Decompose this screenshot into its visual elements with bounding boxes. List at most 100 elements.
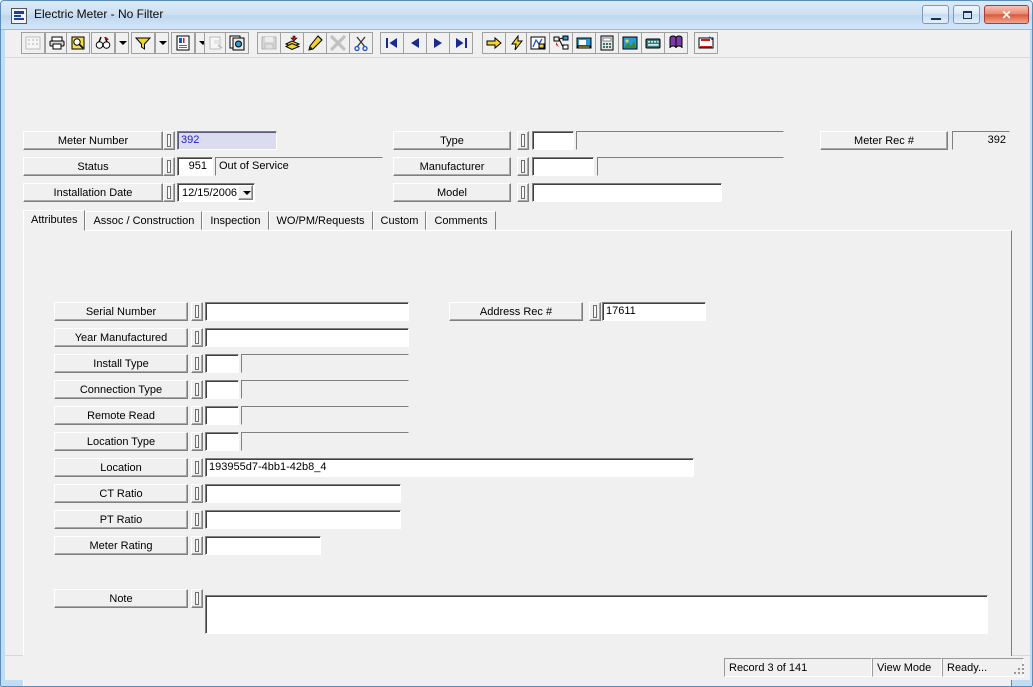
tab-assoc-construction[interactable]: Assoc / Construction [85, 211, 203, 230]
remote-read-lookup-button[interactable] [191, 406, 203, 425]
serial-number-lookup-button[interactable] [191, 302, 203, 321]
maximize-button[interactable] [952, 5, 980, 24]
meter-number-input[interactable]: 392 [177, 131, 277, 150]
meter-number-label[interactable]: Meter Number [23, 131, 163, 150]
type-label[interactable]: Type [393, 131, 511, 150]
image-button[interactable] [618, 32, 642, 54]
note-textarea[interactable] [205, 595, 988, 634]
status-lookup-button[interactable] [163, 157, 175, 176]
model-lookup-button[interactable] [517, 183, 529, 202]
ct-ratio-lookup-button[interactable] [191, 484, 203, 503]
note-lookup-button[interactable] [191, 589, 203, 608]
help-button[interactable] [664, 32, 688, 54]
duplicate-record-button[interactable] [225, 32, 249, 54]
find-button[interactable] [91, 32, 115, 54]
serial-number-input[interactable] [205, 302, 409, 321]
meter-rating-input[interactable] [205, 536, 321, 555]
type-lookup-button[interactable] [517, 131, 529, 150]
copy-record-icon [229, 35, 245, 51]
first-record-button[interactable] [380, 32, 404, 54]
tree-view-button[interactable] [549, 32, 573, 54]
connection-type-lookup-button[interactable] [191, 380, 203, 399]
location-type-lookup-button[interactable] [191, 432, 203, 451]
manufacturer-lookup-button[interactable] [517, 157, 529, 176]
type-code-input[interactable] [532, 131, 574, 150]
pt-ratio-lookup-button[interactable] [191, 510, 203, 529]
last-record-button[interactable] [449, 32, 473, 54]
workorder-button[interactable] [572, 32, 596, 54]
tab-custom[interactable]: Custom [372, 211, 427, 230]
calculator-button[interactable] [595, 32, 619, 54]
find-dropdown-button[interactable] [115, 32, 129, 54]
save-disk-icon [261, 36, 277, 50]
filter-dropdown-button[interactable] [155, 32, 169, 54]
nav-first-icon [386, 38, 397, 48]
location-type-label[interactable]: Location Type [54, 432, 188, 451]
lightning-icon [511, 35, 524, 51]
ct-ratio-label[interactable]: CT Ratio [54, 484, 188, 503]
installation-date-label[interactable]: Installation Date [23, 183, 163, 202]
remote-read-label[interactable]: Remote Read [54, 406, 188, 425]
minimize-button[interactable] [921, 5, 949, 24]
model-label[interactable]: Model [393, 183, 511, 202]
status-label[interactable]: Status [23, 157, 163, 176]
delete-x-icon [330, 35, 346, 51]
resize-grip[interactable] [1014, 664, 1027, 677]
ready-state-status: Ready... [942, 658, 1024, 677]
meter-number-lookup-button[interactable] [163, 131, 175, 150]
installation-date-input[interactable]: 12/15/2006 [177, 183, 255, 202]
address-rec-input[interactable]: 17611 [602, 302, 706, 321]
exit-button[interactable] [694, 32, 718, 54]
year-manufactured-lookup-button[interactable] [191, 328, 203, 347]
edit-record-button[interactable] [303, 32, 327, 54]
tab-comments[interactable]: Comments [426, 211, 496, 230]
remote-read-code-input[interactable] [205, 406, 239, 425]
keyboard-button[interactable] [641, 32, 665, 54]
ct-ratio-input[interactable] [205, 484, 401, 503]
hierarchy-icon [553, 35, 569, 50]
model-input[interactable] [532, 183, 722, 202]
report-button[interactable] [171, 32, 195, 54]
manufacturer-code-input[interactable] [532, 157, 594, 176]
tab-wo-pm-requests[interactable]: WO/PM/Requests [268, 211, 373, 230]
window-controls: ✕ [921, 5, 1029, 24]
pt-ratio-input[interactable] [205, 510, 401, 529]
status-code-input[interactable]: 951 [177, 157, 213, 176]
serial-number-label[interactable]: Serial Number [54, 302, 188, 321]
note-label[interactable]: Note [54, 589, 188, 608]
calendar-dropdown-button[interactable] [238, 185, 253, 200]
connection-type-label[interactable]: Connection Type [54, 380, 188, 399]
year-manufactured-input[interactable] [205, 328, 409, 347]
address-rec-label[interactable]: Address Rec # [449, 302, 583, 321]
install-type-label[interactable]: Install Type [54, 354, 188, 373]
meter-rating-label[interactable]: Meter Rating [54, 536, 188, 555]
install-type-code-input[interactable] [205, 354, 239, 373]
pt-ratio-label[interactable]: PT Ratio [54, 510, 188, 529]
location-label[interactable]: Location [54, 458, 188, 477]
location-input[interactable]: 193955d7-4bb1-42b8_4 [205, 458, 694, 477]
tab-attributes[interactable]: Attributes [23, 210, 86, 231]
filter-button[interactable] [131, 32, 155, 54]
meter-rating-lookup-button[interactable] [191, 536, 203, 555]
tab-inspection[interactable]: Inspection [202, 211, 269, 230]
year-manufactured-label[interactable]: Year Manufactured [54, 328, 188, 347]
print-preview-button[interactable] [66, 32, 90, 54]
install-type-description [241, 354, 409, 373]
address-rec-lookup-button[interactable] [589, 302, 601, 321]
install-type-lookup-button[interactable] [191, 354, 203, 373]
workorder-icon [576, 37, 592, 49]
location-lookup-button[interactable] [191, 458, 203, 477]
next-record-button[interactable] [426, 32, 450, 54]
add-record-button[interactable] [280, 32, 304, 54]
previous-record-button[interactable] [403, 32, 427, 54]
map-button[interactable] [526, 32, 550, 54]
connection-type-code-input[interactable] [205, 380, 239, 399]
manufacturer-label[interactable]: Manufacturer [393, 157, 511, 176]
close-button[interactable]: ✕ [984, 5, 1029, 24]
goto-button[interactable] [482, 32, 506, 54]
cut-button[interactable] [349, 32, 373, 54]
scissors-icon [354, 36, 368, 51]
location-type-code-input[interactable] [205, 432, 239, 451]
meter-rec-label[interactable]: Meter Rec # [820, 131, 948, 150]
installation-date-lookup-button[interactable] [163, 183, 175, 202]
